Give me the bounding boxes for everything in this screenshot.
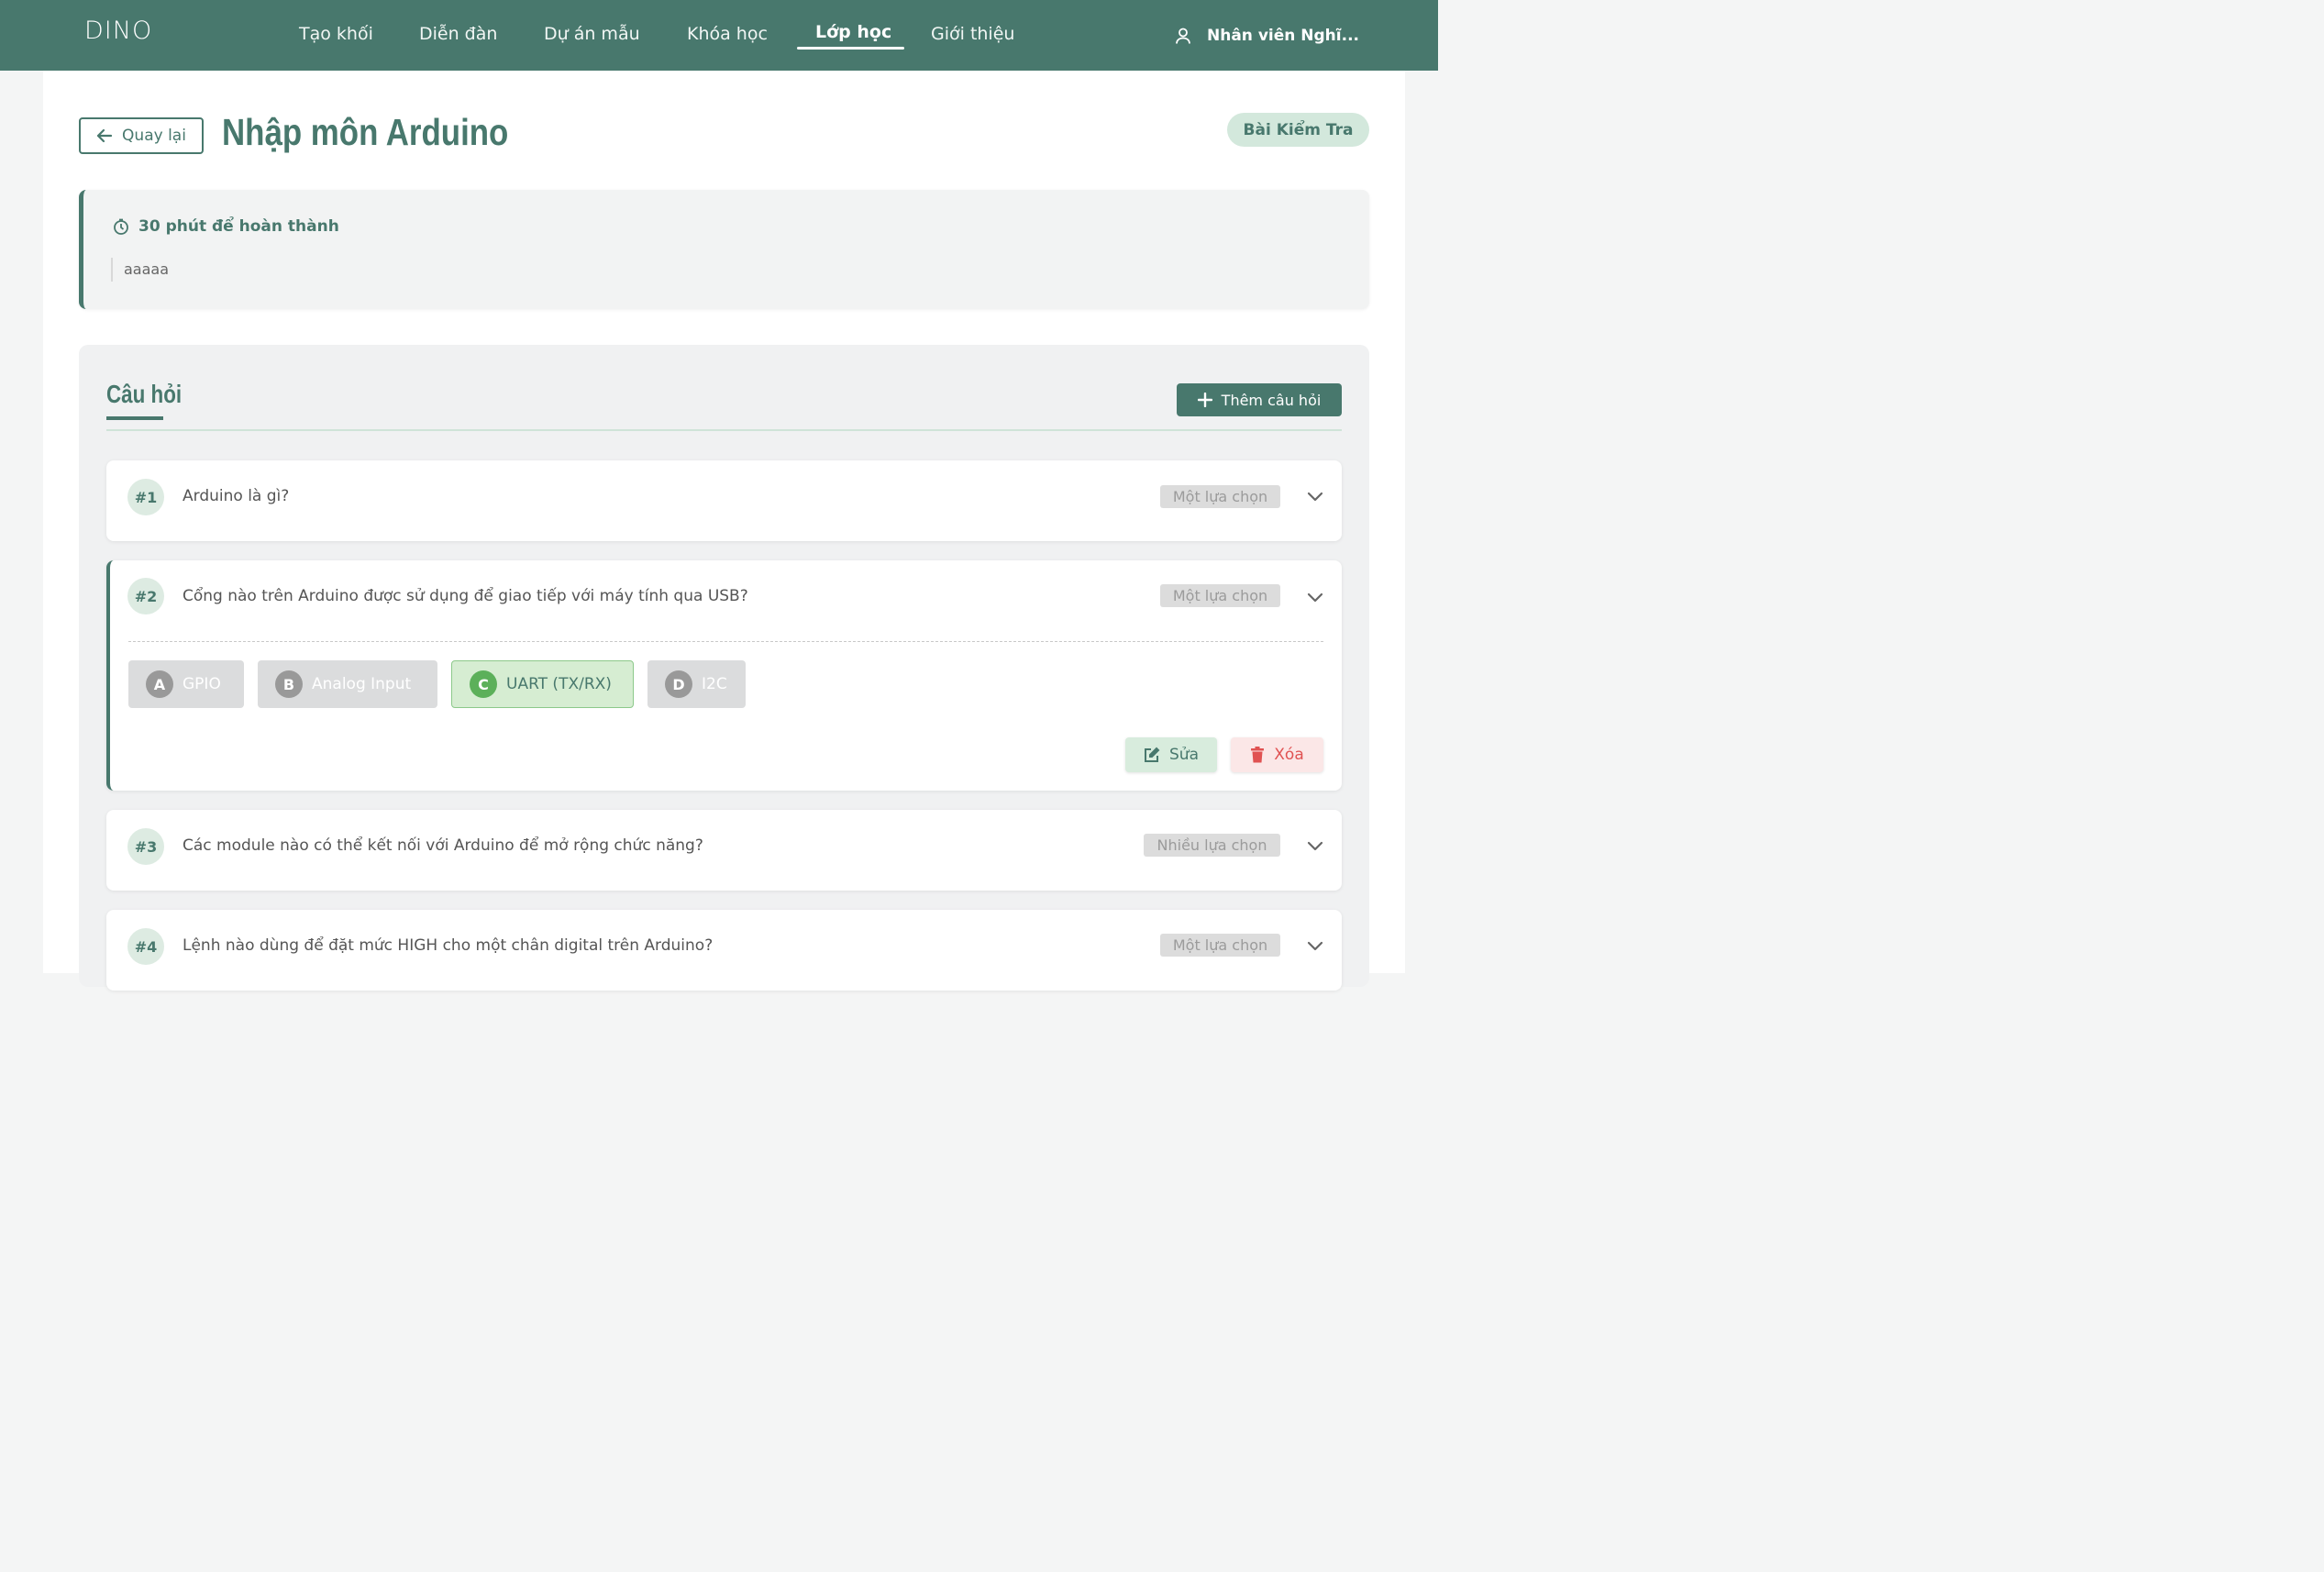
stopwatch-icon — [114, 218, 128, 235]
question-text: Các module nào có thể kết nối với Arduin… — [183, 836, 703, 855]
add-question-button[interactable]: Thêm câu hỏi — [1177, 383, 1342, 416]
edit-icon — [1145, 747, 1160, 762]
nav-item-lop-hoc[interactable]: Lớp học — [815, 20, 891, 48]
option-a: A GPIO — [128, 660, 244, 708]
top-navbar: DINO Tạo khối Diễn đàn Dự án mẫu Khóa họ… — [0, 0, 1438, 71]
plus-icon — [1197, 393, 1212, 407]
option-text: I2C — [702, 675, 727, 693]
option-letter: B — [275, 670, 303, 698]
question-text: Cổng nào trên Arduino được sử dụng để gi… — [183, 587, 748, 605]
question-number: #3 — [127, 828, 164, 865]
edit-question-button[interactable]: Sửa — [1125, 737, 1217, 772]
question-text: Arduino là gì? — [183, 487, 290, 505]
add-question-label: Thêm câu hỏi — [1221, 391, 1322, 409]
question-type-badge: Một lựa chọn — [1160, 485, 1280, 508]
trash-icon — [1251, 747, 1265, 763]
page-title: Nhập môn Arduino — [222, 111, 509, 153]
nav-item-dien-dan[interactable]: Diễn đàn — [419, 22, 497, 50]
nav-item-tao-khoi[interactable]: Tạo khối — [299, 22, 373, 50]
logo[interactable]: DINO — [84, 15, 153, 48]
chevron-down-icon[interactable] — [1307, 940, 1323, 951]
question-card-3[interactable]: #3 Các module nào có thể kết nối với Ard… — [106, 810, 1342, 891]
questions-section: Câu hỏi Thêm câu hỏi #1 Arduino là gì? M… — [79, 345, 1369, 991]
questions-heading: Câu hỏi — [106, 380, 183, 408]
question-card-4[interactable]: #4 Lệnh nào dùng để đặt mức HIGH cho một… — [106, 910, 1342, 991]
arrow-left-icon — [96, 128, 113, 143]
back-button-label: Quay lại — [122, 127, 186, 145]
time-label: 30 phút để hoàn thành — [138, 217, 339, 236]
user-name: Nhân viên Nghĩ... — [1207, 27, 1359, 45]
question-number: #1 — [127, 479, 164, 515]
nav-item-du-an-mau[interactable]: Dự án mẫu — [544, 22, 640, 50]
options-divider — [128, 641, 1323, 642]
nav-item-gioi-thieu[interactable]: Giới thiệu — [931, 22, 1014, 50]
question-number: #2 — [127, 578, 164, 614]
question-type-badge: Một lựa chọn — [1160, 934, 1280, 957]
heading-underline — [106, 416, 163, 420]
question-card-2[interactable]: #2 Cổng nào trên Arduino được sử dụng để… — [106, 560, 1342, 791]
option-text: GPIO — [183, 675, 221, 693]
logo-text: DINO — [84, 17, 153, 45]
option-c-correct: C UART (TX/RX) — [451, 660, 634, 708]
chevron-down-icon[interactable] — [1307, 592, 1323, 603]
option-text: Analog Input — [312, 675, 412, 693]
nav-item-khoa-hoc[interactable]: Khóa học — [687, 22, 768, 50]
option-b: B Analog Input — [258, 660, 437, 708]
section-divider — [106, 429, 1342, 431]
delete-label: Xóa — [1274, 746, 1304, 764]
user-menu[interactable]: Nhân viên Nghĩ... — [1174, 24, 1359, 48]
option-d: D I2C — [647, 660, 746, 708]
quiz-description: aaaaa — [111, 258, 169, 282]
user-icon — [1176, 28, 1190, 44]
time-info: 30 phút để hoàn thành — [113, 217, 339, 236]
edit-label: Sửa — [1169, 746, 1199, 764]
question-number: #4 — [127, 928, 164, 965]
delete-question-button[interactable]: Xóa — [1231, 737, 1323, 772]
nav-active-indicator — [797, 47, 904, 50]
question-text: Lệnh nào dùng để đặt mức HIGH cho một ch… — [183, 936, 714, 955]
question-type-badge: Một lựa chọn — [1160, 584, 1280, 607]
back-button[interactable]: Quay lại — [79, 117, 204, 154]
chevron-down-icon[interactable] — [1307, 840, 1323, 851]
question-card-1[interactable]: #1 Arduino là gì? Một lựa chọn — [106, 460, 1342, 541]
test-badge: Bài Kiểm Tra — [1227, 113, 1369, 147]
option-text: UART (TX/RX) — [506, 675, 612, 693]
option-letter: C — [470, 670, 497, 698]
quiz-info-box: 30 phút để hoàn thành aaaaa — [79, 190, 1369, 309]
chevron-down-icon[interactable] — [1307, 491, 1323, 502]
question-type-badge: Nhiều lựa chọn — [1144, 834, 1280, 857]
option-letter: A — [146, 670, 173, 698]
option-letter: D — [665, 670, 692, 698]
